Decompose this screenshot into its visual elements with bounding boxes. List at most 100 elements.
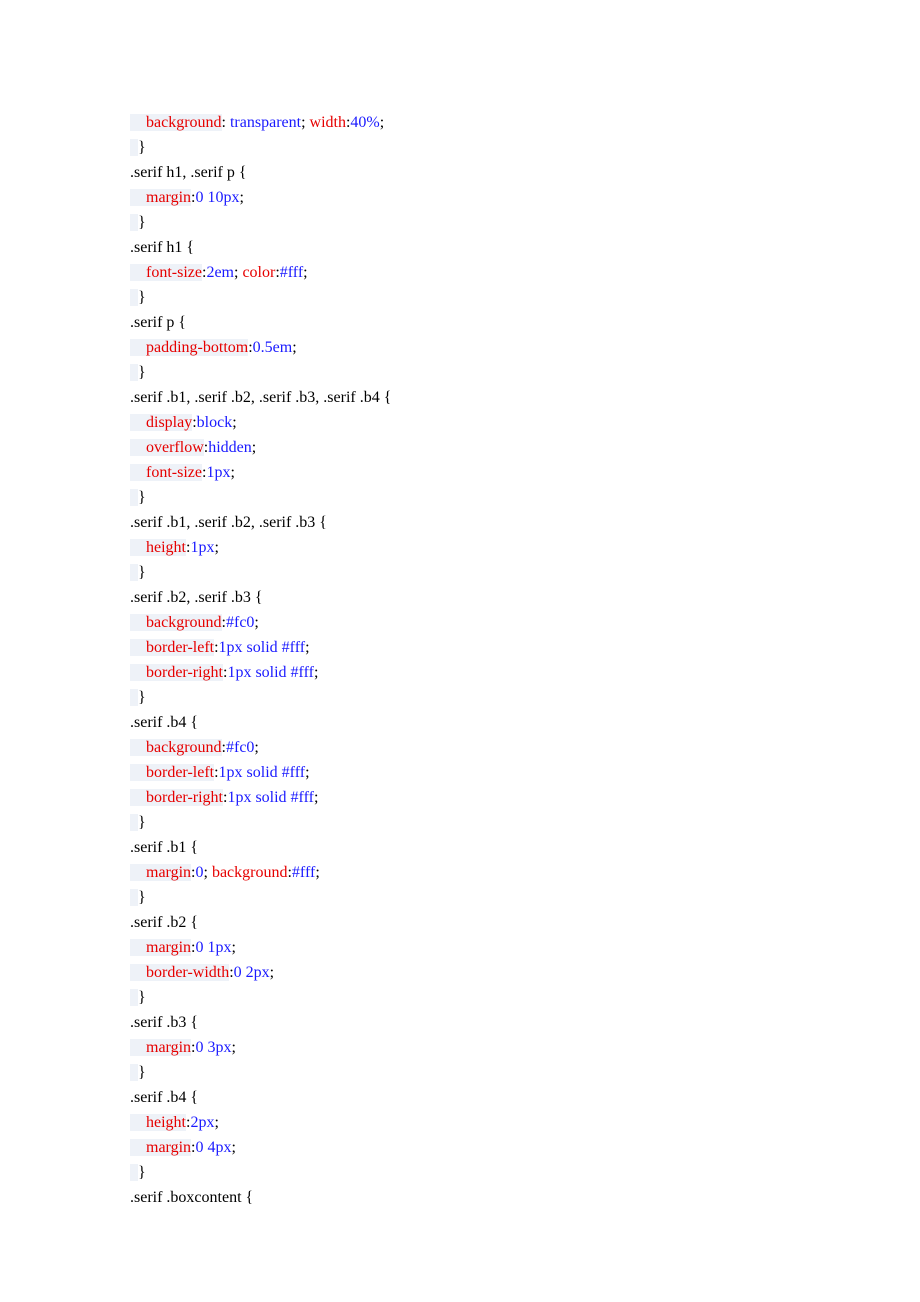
code-token: overflow [146, 439, 204, 456]
code-token: background [146, 614, 222, 631]
code-token: margin [146, 189, 191, 206]
code-token: background [146, 739, 222, 756]
code-token: } [138, 289, 146, 306]
code-token: border-right [146, 789, 223, 806]
code-token: ; [292, 339, 296, 356]
code-token [130, 814, 138, 831]
code-token: border-width [146, 964, 229, 981]
code-token: .serif .b1 { [130, 839, 198, 856]
code-line: font-size:2em; color:#fff; [130, 260, 770, 285]
code-token: border-left [146, 639, 214, 656]
code-token: ; [315, 864, 319, 881]
code-token: .serif .b3 { [130, 1014, 198, 1031]
code-token [130, 464, 146, 481]
code-token: ; [252, 439, 256, 456]
code-token: } [138, 214, 146, 231]
code-token [130, 939, 146, 956]
code-token [130, 1039, 146, 1056]
code-token: } [138, 989, 146, 1006]
code-token: ; [303, 264, 307, 281]
code-token: block [197, 414, 233, 431]
code-token: font-size [146, 464, 202, 481]
code-token: margin [146, 864, 191, 881]
code-token: ; [314, 789, 318, 806]
code-token: margin [146, 1039, 191, 1056]
code-token: 1px [206, 464, 230, 481]
code-token: transparent [230, 114, 301, 131]
code-line: padding-bottom:0.5em; [130, 335, 770, 360]
code-line: border-right:1px solid #fff; [130, 660, 770, 685]
code-line: } [130, 210, 770, 235]
code-token: 0 1px [195, 939, 231, 956]
code-line: .serif .b1, .serif .b2, .serif .b3, .ser… [130, 385, 770, 410]
code-line: } [130, 985, 770, 1010]
code-token: 1px solid #fff [219, 764, 306, 781]
code-token [130, 439, 146, 456]
code-line: .serif .b1 { [130, 835, 770, 860]
code-token: } [138, 1164, 146, 1181]
code-token: .serif .b2, .serif .b3 { [130, 589, 263, 606]
code-token [130, 264, 146, 281]
code-line: background:#fc0; [130, 735, 770, 760]
code-token: color [242, 264, 275, 281]
code-line: } [130, 885, 770, 910]
code-token: } [138, 489, 146, 506]
code-line: margin:0 10px; [130, 185, 770, 210]
code-line: font-size:1px; [130, 460, 770, 485]
code-token [130, 664, 146, 681]
code-token: .serif .b1, .serif .b2, .serif .b3 { [130, 514, 327, 531]
code-token: ; [231, 1039, 235, 1056]
code-token: } [138, 889, 146, 906]
code-token: ; [231, 1139, 235, 1156]
code-token: 2px [190, 1114, 214, 1131]
code-token: 1px [190, 539, 214, 556]
code-token [130, 1064, 138, 1081]
code-line: } [130, 360, 770, 385]
code-token [130, 214, 138, 231]
code-line: margin:0 4px; [130, 1135, 770, 1160]
code-token [130, 364, 138, 381]
code-token [130, 289, 138, 306]
code-token: background [146, 114, 222, 131]
code-token: ; [231, 939, 235, 956]
code-line: } [130, 285, 770, 310]
code-line: background:#fc0; [130, 610, 770, 635]
code-token: ; [214, 1114, 218, 1131]
code-line: margin:0; background:#fff; [130, 860, 770, 885]
code-line: .serif .b2, .serif .b3 { [130, 585, 770, 610]
code-token: ; [305, 639, 309, 656]
code-token: } [138, 564, 146, 581]
code-token: padding-bottom [146, 339, 248, 356]
code-token: ; [239, 189, 243, 206]
code-token: 1px solid #fff [219, 639, 306, 656]
code-line: .serif .b1, .serif .b2, .serif .b3 { [130, 510, 770, 535]
code-token: #fff [292, 864, 315, 881]
code-token: .serif .b1, .serif .b2, .serif .b3, .ser… [130, 389, 391, 406]
code-line: border-left:1px solid #fff; [130, 760, 770, 785]
code-line: overflow:hidden; [130, 435, 770, 460]
code-token: 0 3px [195, 1039, 231, 1056]
code-token: ; [214, 539, 218, 556]
code-line: margin:0 1px; [130, 935, 770, 960]
code-token: height [146, 539, 186, 556]
code-token: 2em [206, 264, 234, 281]
code-token: border-left [146, 764, 214, 781]
code-token [130, 989, 138, 1006]
code-token [130, 689, 138, 706]
code-token [130, 1139, 146, 1156]
code-token: } [138, 814, 146, 831]
code-line: margin:0 3px; [130, 1035, 770, 1060]
code-token [130, 139, 138, 156]
code-token: width [310, 114, 346, 131]
code-line: .serif .b4 { [130, 710, 770, 735]
code-token: hidden [208, 439, 252, 456]
code-token: } [138, 139, 146, 156]
code-token: #fc0 [226, 614, 254, 631]
code-token: 1px solid #fff [227, 789, 314, 806]
code-token [130, 739, 146, 756]
code-token [130, 414, 146, 431]
code-block: background: transparent; width:40%; } .se… [0, 0, 770, 1210]
code-token: ; [203, 864, 211, 881]
code-line: background: transparent; width:40%; [130, 110, 770, 135]
code-token [130, 1114, 146, 1131]
